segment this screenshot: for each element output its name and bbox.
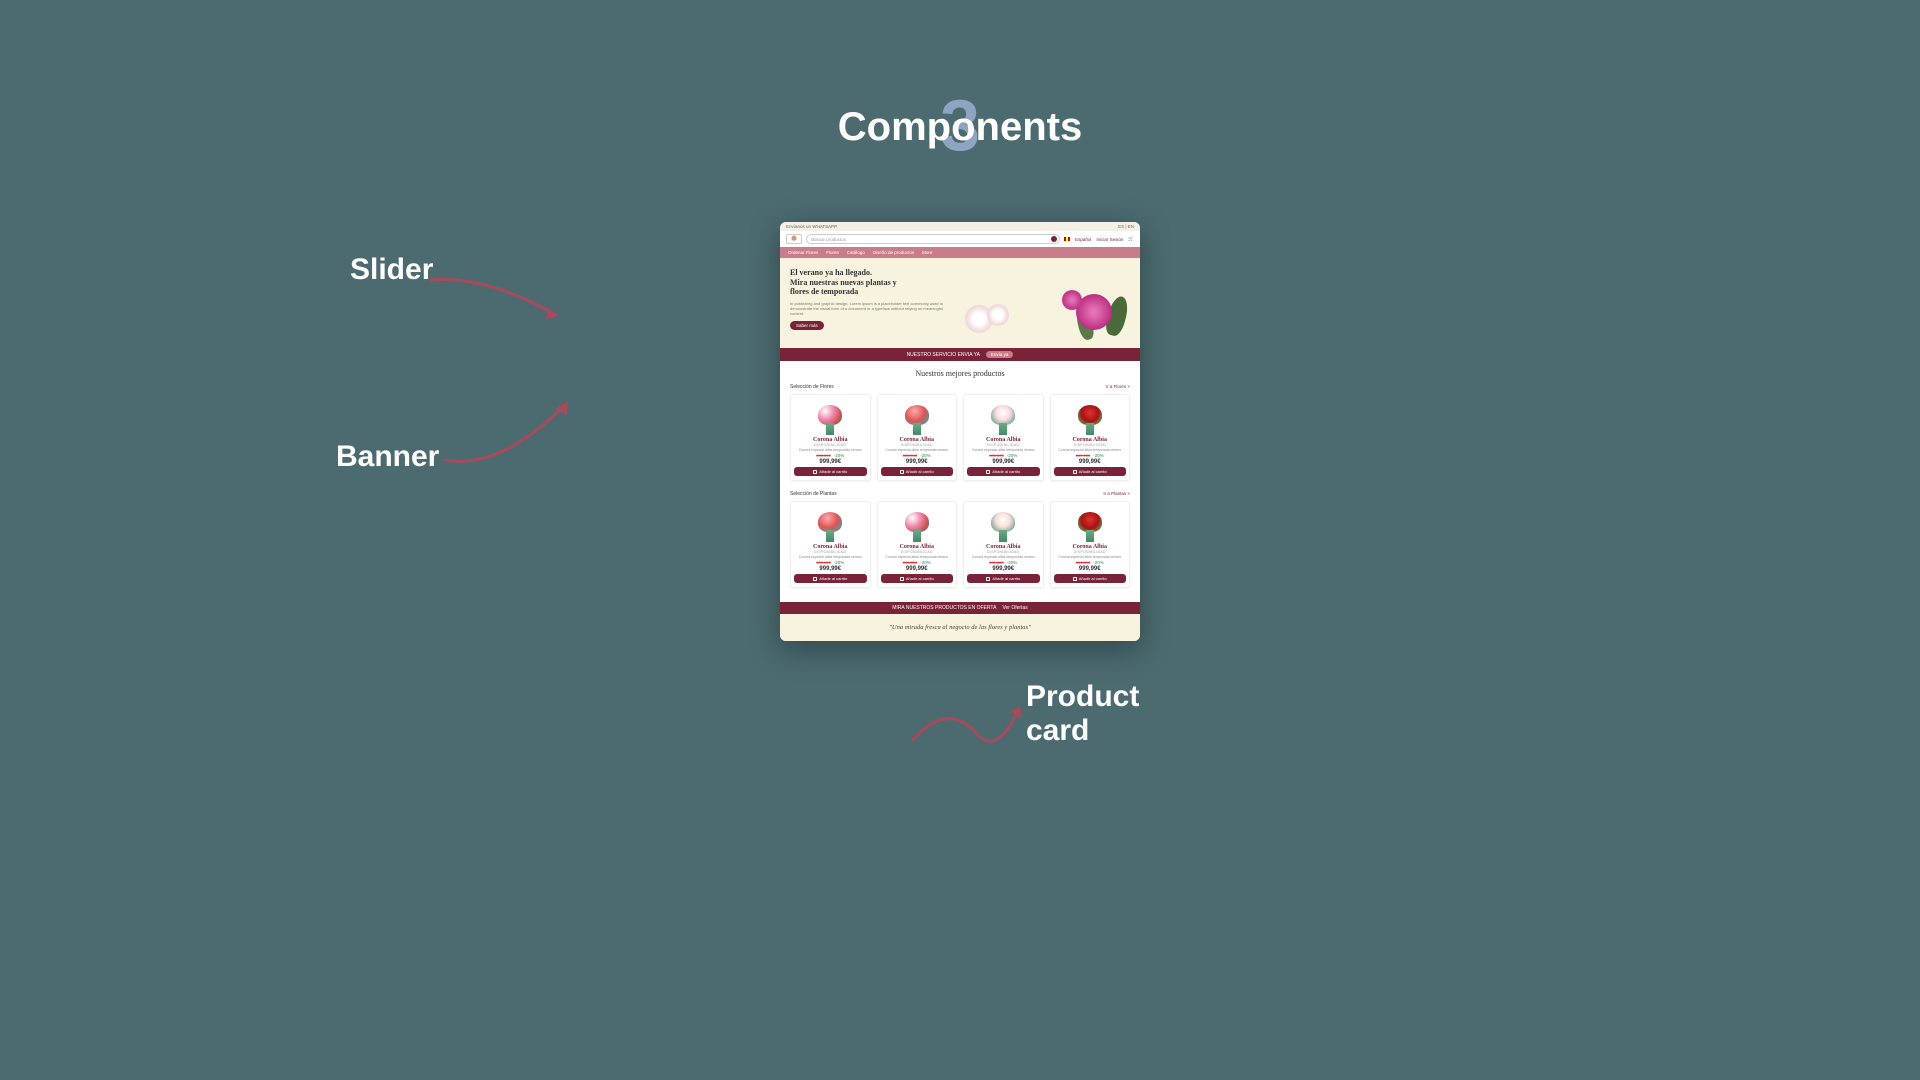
- add-to-cart-button[interactable]: Añadir al carrito: [794, 574, 867, 583]
- flag-icon: [1064, 237, 1070, 241]
- product-card[interactable]: Corona Albia DISPONIBILIDAD Corona espec…: [790, 394, 871, 481]
- annotation-slider: Slider: [350, 253, 433, 287]
- arrow-banner: [440, 395, 590, 475]
- product-card[interactable]: Corona AlbiaDISPONIBILIDADCorona especia…: [963, 394, 1044, 481]
- banner-ofertas: MIRA NUESTROS PRODUCTOS EN OFERTA Ver Of…: [780, 602, 1140, 614]
- filter-link[interactable]: Ir a Flores >: [1106, 384, 1130, 390]
- add-to-cart-button[interactable]: Añadir al carrito: [794, 467, 867, 476]
- product-card[interactable]: Corona AlbiaDISPONIBILIDADCorona especia…: [877, 394, 958, 481]
- logo[interactable]: [786, 234, 802, 244]
- subsection-title: Selección de Plantas: [790, 491, 837, 497]
- cart-icon: [813, 470, 817, 474]
- banner-cta-button[interactable]: Envía ya: [986, 351, 1014, 358]
- add-to-cart-button[interactable]: Añadir al carrito: [1054, 574, 1127, 583]
- login-link[interactable]: Iniciar Sesión: [1096, 237, 1123, 242]
- arrow-slider: [426, 270, 576, 330]
- product-grid-plantas: Corona AlbiaDISPONIBILIDADCorona especia…: [780, 501, 1140, 598]
- filter-link[interactable]: Ir a Plantas >: [1103, 491, 1130, 497]
- search-icon[interactable]: [1051, 236, 1057, 242]
- nav-item[interactable]: Ordenar Flores: [788, 250, 818, 255]
- add-to-cart-button[interactable]: Añadir al carrito: [1054, 467, 1127, 476]
- add-to-cart-button[interactable]: Añadir al carrito: [967, 467, 1040, 476]
- add-to-cart-button[interactable]: Añadir al carrito: [881, 467, 954, 476]
- header: Buscar productos Español Iniciar Sesión …: [780, 231, 1140, 247]
- footer-quote: "Una mirada fresca al negocio de las flo…: [780, 614, 1140, 641]
- hero-image: [955, 268, 1130, 338]
- section-heading: Nuestros mejores productos: [780, 369, 1140, 378]
- hero-slider: El verano ya ha llegado. Mira nuestras n…: [780, 258, 1140, 348]
- banner-envia: NUESTRO SERVICIO ENVIA YA Envía ya: [780, 348, 1140, 361]
- language-select[interactable]: Español: [1075, 237, 1091, 242]
- search-input[interactable]: Buscar productos: [806, 234, 1060, 244]
- hero-description: In publishing and graphic design, Lorem …: [790, 301, 949, 317]
- hero-cta-button[interactable]: Saber más: [790, 321, 824, 330]
- banner-text: MIRA NUESTROS PRODUCTOS EN OFERTA: [892, 605, 996, 611]
- product-card[interactable]: Corona AlbiaDISPONIBILIDADCorona especia…: [1050, 394, 1131, 481]
- product-grid-flores: Corona Albia DISPONIBILIDAD Corona espec…: [780, 394, 1140, 491]
- hero-title: El verano ya ha llegado. Mira nuestras n…: [790, 268, 949, 297]
- add-to-cart-button[interactable]: Añadir al carrito: [967, 574, 1040, 583]
- whatsapp-link[interactable]: Envíanos un WHATSAPP: [786, 224, 837, 229]
- subsection-title: Selección de Flores: [790, 384, 834, 390]
- annotation-product-card: Product card: [1026, 680, 1139, 748]
- nav-item[interactable]: More: [922, 250, 932, 255]
- product-card[interactable]: Corona AlbiaDISPONIBILIDADCorona especia…: [963, 501, 1044, 588]
- product-availability: DISPONIBILIDAD: [794, 443, 867, 447]
- product-price: 999,99€: [794, 459, 867, 465]
- add-to-cart-button[interactable]: Añadir al carrito: [881, 574, 954, 583]
- nav-item[interactable]: Catálogo: [847, 250, 865, 255]
- banner-cta-button[interactable]: Ver Ofertas: [1002, 605, 1027, 611]
- annotation-banner: Banner: [336, 440, 439, 474]
- banner-text: NUESTRO SERVICIO ENVIA YA: [907, 352, 980, 358]
- arrow-product: [908, 690, 1028, 760]
- navbar: Ordenar Flores Flores Catálogo Diseño de…: [780, 247, 1140, 258]
- nav-item[interactable]: Flores: [826, 250, 839, 255]
- website-mockup: Envíanos un WHATSAPP ES | EN Buscar prod…: [780, 222, 1140, 641]
- nav-item[interactable]: Diseño de productos: [873, 250, 914, 255]
- product-card[interactable]: Corona AlbiaDISPONIBILIDADCorona especia…: [1050, 501, 1131, 588]
- product-card[interactable]: Corona AlbiaDISPONIBILIDADCorona especia…: [790, 501, 871, 588]
- top-strip: Envíanos un WHATSAPP ES | EN: [780, 222, 1140, 231]
- lang-flags[interactable]: ES | EN: [1118, 224, 1134, 229]
- product-tagline: Corona especial albia temporada verano: [794, 448, 867, 452]
- page-title: Components: [838, 105, 1082, 150]
- cart-link[interactable]: 🛒: [1128, 236, 1134, 242]
- product-card[interactable]: Corona AlbiaDISPONIBILIDADCorona especia…: [877, 501, 958, 588]
